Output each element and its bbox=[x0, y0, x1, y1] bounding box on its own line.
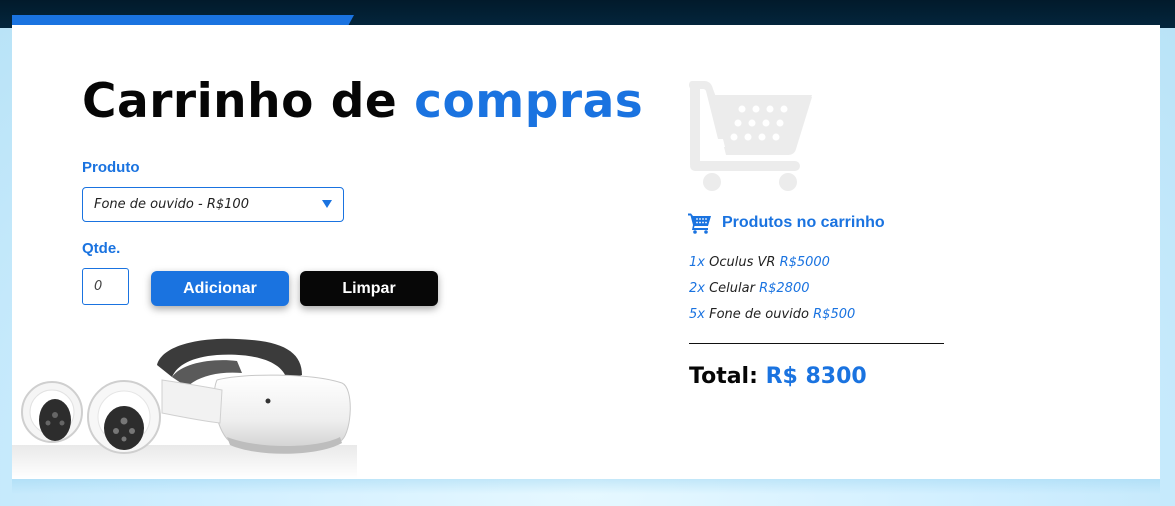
page-title: Carrinho de compras bbox=[82, 74, 643, 129]
cart-item: 2x Celular R$2800 bbox=[689, 280, 855, 306]
cart-item-qty: 2x bbox=[689, 281, 705, 296]
shopping-cart-illustration bbox=[689, 81, 812, 191]
cart-item-price: R$500 bbox=[813, 307, 856, 322]
cart-total-label: Total: bbox=[689, 364, 758, 389]
cart-item-name: Fone de ouvido bbox=[709, 307, 809, 322]
cart-item-list: 1x Oculus VR R$5000 2x Celular R$2800 5x… bbox=[689, 254, 855, 332]
cart-item: 5x Fone de ouvido R$500 bbox=[689, 306, 855, 332]
product-select[interactable]: Fone de ouvido - R$100 bbox=[82, 187, 344, 222]
cart-total-value: R$ 8300 bbox=[765, 364, 867, 389]
clear-button[interactable]: Limpar bbox=[300, 271, 438, 306]
cart-heading-text: Produtos no carrinho bbox=[722, 214, 885, 231]
qty-input[interactable] bbox=[82, 268, 129, 305]
page-title-accent: compras bbox=[414, 74, 644, 129]
cart-heading: Produtos no carrinho bbox=[688, 212, 885, 234]
cart-total: Total: R$ 8300 bbox=[689, 364, 867, 389]
vr-headset-image bbox=[12, 338, 357, 479]
page-title-main: Carrinho de bbox=[82, 74, 415, 129]
cart-item-price: R$2800 bbox=[759, 281, 810, 296]
cart-item: 1x Oculus VR R$5000 bbox=[689, 254, 855, 280]
qty-label: Qtde. bbox=[82, 240, 121, 257]
cart-item-qty: 5x bbox=[689, 307, 705, 322]
cart-item-price: R$5000 bbox=[779, 255, 830, 270]
product-label: Produto bbox=[82, 159, 140, 176]
add-button[interactable]: Adicionar bbox=[151, 271, 289, 306]
product-select-value: Fone de ouvido - R$100 bbox=[94, 197, 249, 212]
cart-divider bbox=[689, 343, 944, 344]
cart-item-name: Celular bbox=[709, 281, 755, 296]
cart-item-name: Oculus VR bbox=[709, 255, 776, 270]
cart-item-qty: 1x bbox=[689, 255, 705, 270]
caret-down-icon bbox=[322, 200, 332, 208]
shopping-cart-icon bbox=[688, 213, 711, 234]
